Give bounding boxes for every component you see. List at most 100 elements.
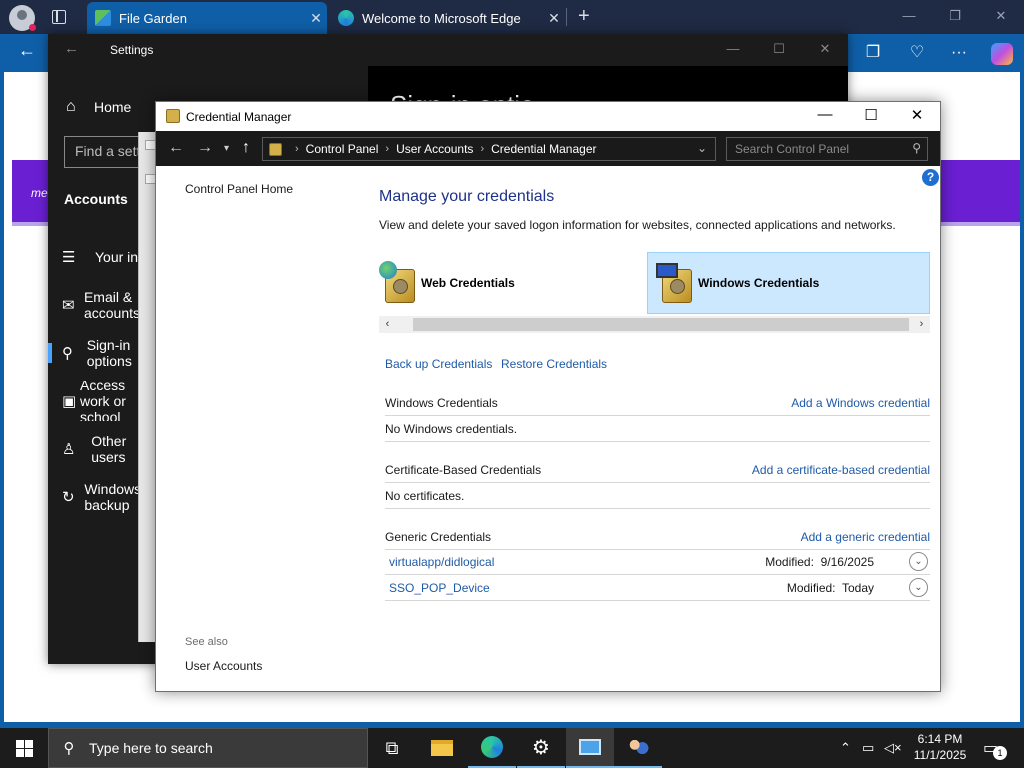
settings-close-button[interactable]: ✕ [802,41,848,57]
taskbar-clock[interactable]: 6:14 PM 11/1/2025 [902,731,978,763]
more-icon[interactable]: ··· [948,43,970,65]
windows-credentials-button[interactable]: Windows Credentials [647,252,930,314]
settings-back-button[interactable]: ← [64,40,79,57]
scrollbar-thumb[interactable] [413,318,909,331]
settings-section-title: Accounts [64,191,128,207]
start-button[interactable] [0,728,48,768]
backup-credentials-link[interactable]: Back up Credentials [385,357,492,371]
generic-credential-row[interactable]: SSO_POP_Device Modified: Today ⌄ [385,575,930,601]
cm-close-button[interactable]: ✕ [894,106,940,124]
help-icon[interactable]: ? [922,169,939,186]
certificate-credentials-section-title: Certificate-Based Credentials [385,463,542,477]
web-credentials-button[interactable]: Web Credentials [379,252,647,314]
section-divider [385,482,930,483]
cm-window-title: Credential Manager [186,110,292,124]
settings-maximize-button[interactable]: ☐ [756,41,802,57]
control-panel-icon[interactable] [566,728,614,768]
settings-icon[interactable]: ⚙ [517,728,565,768]
windows-credentials-vault-icon [656,261,696,305]
taskbar-search-input[interactable]: ⚲ Type here to search [48,728,368,768]
nav-up-icon[interactable]: ↑ [242,139,250,157]
expand-chevron-icon[interactable]: ⌄ [909,578,928,597]
credential-manager-icon [166,109,180,123]
expand-chevron-icon[interactable]: ⌄ [909,552,928,571]
control-panel-search-input[interactable]: Search Control Panel ⚲ [726,137,928,161]
add-certificate-credential-link[interactable]: Add a certificate-based credential [752,463,930,477]
breadcrumb-control-panel[interactable]: Control Panel [306,142,379,156]
clock-date: 11/1/2025 [913,748,967,762]
credential-manager-window: Credential Manager — ☐ ✕ ← → ▾ ↑ › Contr… [155,101,941,692]
scroll-left-icon[interactable]: ‹ [379,316,396,333]
horizontal-scrollbar[interactable]: ‹ › [379,316,930,333]
add-windows-credential-link[interactable]: Add a Windows credential [791,396,930,410]
home-icon: ⌂ [66,98,76,115]
credential-name[interactable]: SSO_POP_Device [389,581,490,595]
search-icon[interactable]: ⚲ [912,141,921,155]
sync-icon: ↻ [62,489,75,506]
windows-logo-icon [16,740,24,748]
search-icon: ⚲ [63,740,75,757]
user-accounts-icon[interactable] [614,728,662,768]
tab-separator [566,8,567,26]
settings-home-link[interactable]: ⌂ Home [66,98,131,116]
breadcrumb-user-accounts[interactable]: User Accounts [396,142,473,156]
generic-credential-row[interactable]: virtualapp/didlogical Modified: 9/16/202… [385,549,930,575]
scroll-right-icon[interactable]: › [913,316,930,333]
add-user-icon: ♙ [62,441,76,458]
tab-title: Welcome to Microsoft Edge [362,10,521,26]
close-tab-icon[interactable]: ✕ [305,10,327,27]
cm-maximize-button[interactable]: ☐ [848,106,894,124]
edge-close-button[interactable]: ✕ [978,8,1024,24]
control-panel-home-link[interactable]: Control Panel Home [185,182,293,196]
breadcrumb[interactable]: › Control Panel › User Accounts › Creden… [262,137,737,161]
credential-name[interactable]: virtualapp/didlogical [389,555,494,569]
see-also-label: See also [185,636,228,648]
address-dropdown-icon[interactable]: ⌄ [697,141,707,155]
edge-restore-button[interactable]: ❐ [932,8,978,24]
control-panel-icon [269,142,282,156]
windows-logo-part [16,749,24,757]
restore-credentials-link[interactable]: Restore Credentials [501,357,607,371]
tab-welcome-edge[interactable]: Welcome to Microsoft Edge ✕ [330,2,565,34]
taskbar-search-placeholder: Type here to search [89,740,213,756]
show-hidden-icons-icon[interactable]: ⌃ [840,740,851,756]
breadcrumb-separator: › [295,143,299,155]
edge-minimize-button[interactable]: — [886,8,932,23]
edge-icon[interactable] [468,728,516,768]
tab-file-garden[interactable]: File Garden ✕ [87,2,327,34]
collections-icon[interactable]: ❐ [862,43,884,65]
windows-credentials-label: Windows Credentials [698,276,820,290]
briefcase-icon: ▣ [62,393,77,410]
add-generic-credential-link[interactable]: Add a generic credential [801,530,930,544]
search-placeholder: Search Control Panel [735,142,850,156]
breadcrumb-credential-manager[interactable]: Credential Manager [491,142,596,156]
profile-icon[interactable] [9,5,36,31]
user-accounts-link[interactable]: User Accounts [185,659,262,673]
settings-minimize-button[interactable]: — [710,41,756,56]
person-card-icon: ☰ [62,249,76,266]
browser-essentials-icon[interactable]: ♡ [906,43,928,65]
cm-title-bar: Credential Manager — ☐ ✕ [156,102,940,131]
settings-title-bar: ← Settings — ☐ ✕ [48,34,848,66]
breadcrumb-separator: › [480,143,485,155]
nav-forward-icon[interactable]: → [197,139,213,157]
section-divider [385,415,930,416]
cm-minimize-button[interactable]: — [802,106,848,123]
volume-muted-icon[interactable]: ◁× [884,740,902,756]
copilot-icon[interactable] [991,43,1013,65]
windows-credentials-empty: No Windows credentials. [385,422,518,436]
mail-icon: ✉ [62,297,75,314]
recent-locations-icon[interactable]: ▾ [224,143,229,154]
new-tab-button[interactable]: + [578,5,590,28]
notification-center-icon[interactable]: ▭ 1 [983,738,1007,760]
file-explorer-icon[interactable] [418,728,466,768]
tab-actions-icon[interactable] [52,10,66,24]
section-divider [385,441,930,442]
task-view-icon[interactable]: ⧉ [368,728,416,768]
close-tab-icon[interactable]: ✕ [543,10,565,27]
settings-title: Settings [110,43,154,57]
network-icon[interactable]: ▭ [862,740,874,756]
nav-back-icon[interactable]: ← [168,139,184,157]
windows-credentials-section-title: Windows Credentials [385,396,498,410]
browser-back-button[interactable]: ← [18,40,36,61]
